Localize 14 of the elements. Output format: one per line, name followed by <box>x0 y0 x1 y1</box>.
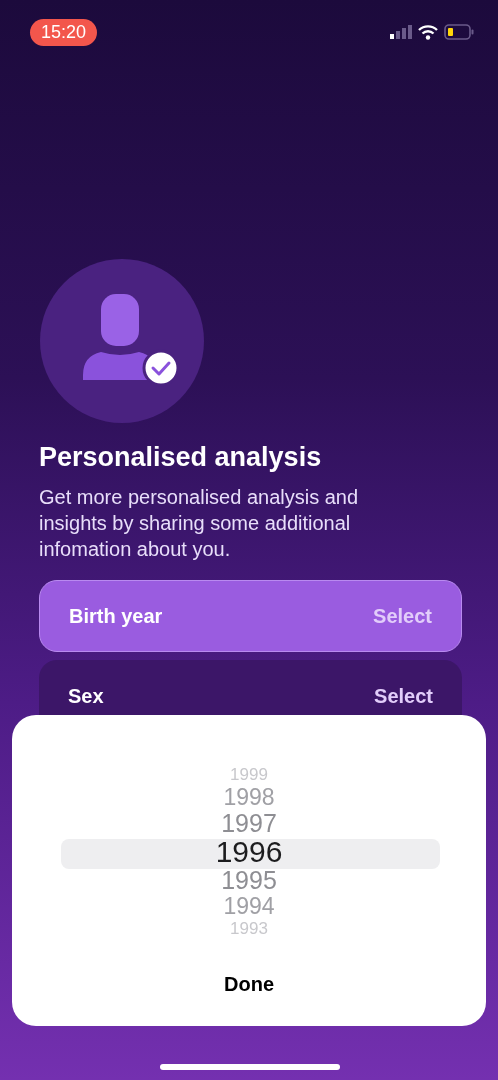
description-text: Get more personalised analysis and insights by sharing some additional infomation about you. <box>39 485 360 562</box>
year-option[interactable]: 1996 <box>215 837 283 867</box>
battery-icon <box>444 24 474 40</box>
user-check-icon <box>39 258 205 424</box>
selector-row[interactable]: Birth year Select <box>39 580 462 652</box>
wifi-icon <box>418 24 438 40</box>
year-option[interactable]: 1995 <box>221 867 277 894</box>
done-button[interactable]: Done <box>214 969 284 1000</box>
year-option[interactable]: 1994 <box>223 894 275 919</box>
year-option[interactable]: 1997 <box>221 810 277 837</box>
page-title: Personalised analysis <box>39 442 323 473</box>
status-time: 15:20 <box>30 18 98 46</box>
year-option[interactable]: 1998 <box>223 785 275 810</box>
signal-icon <box>390 25 412 39</box>
